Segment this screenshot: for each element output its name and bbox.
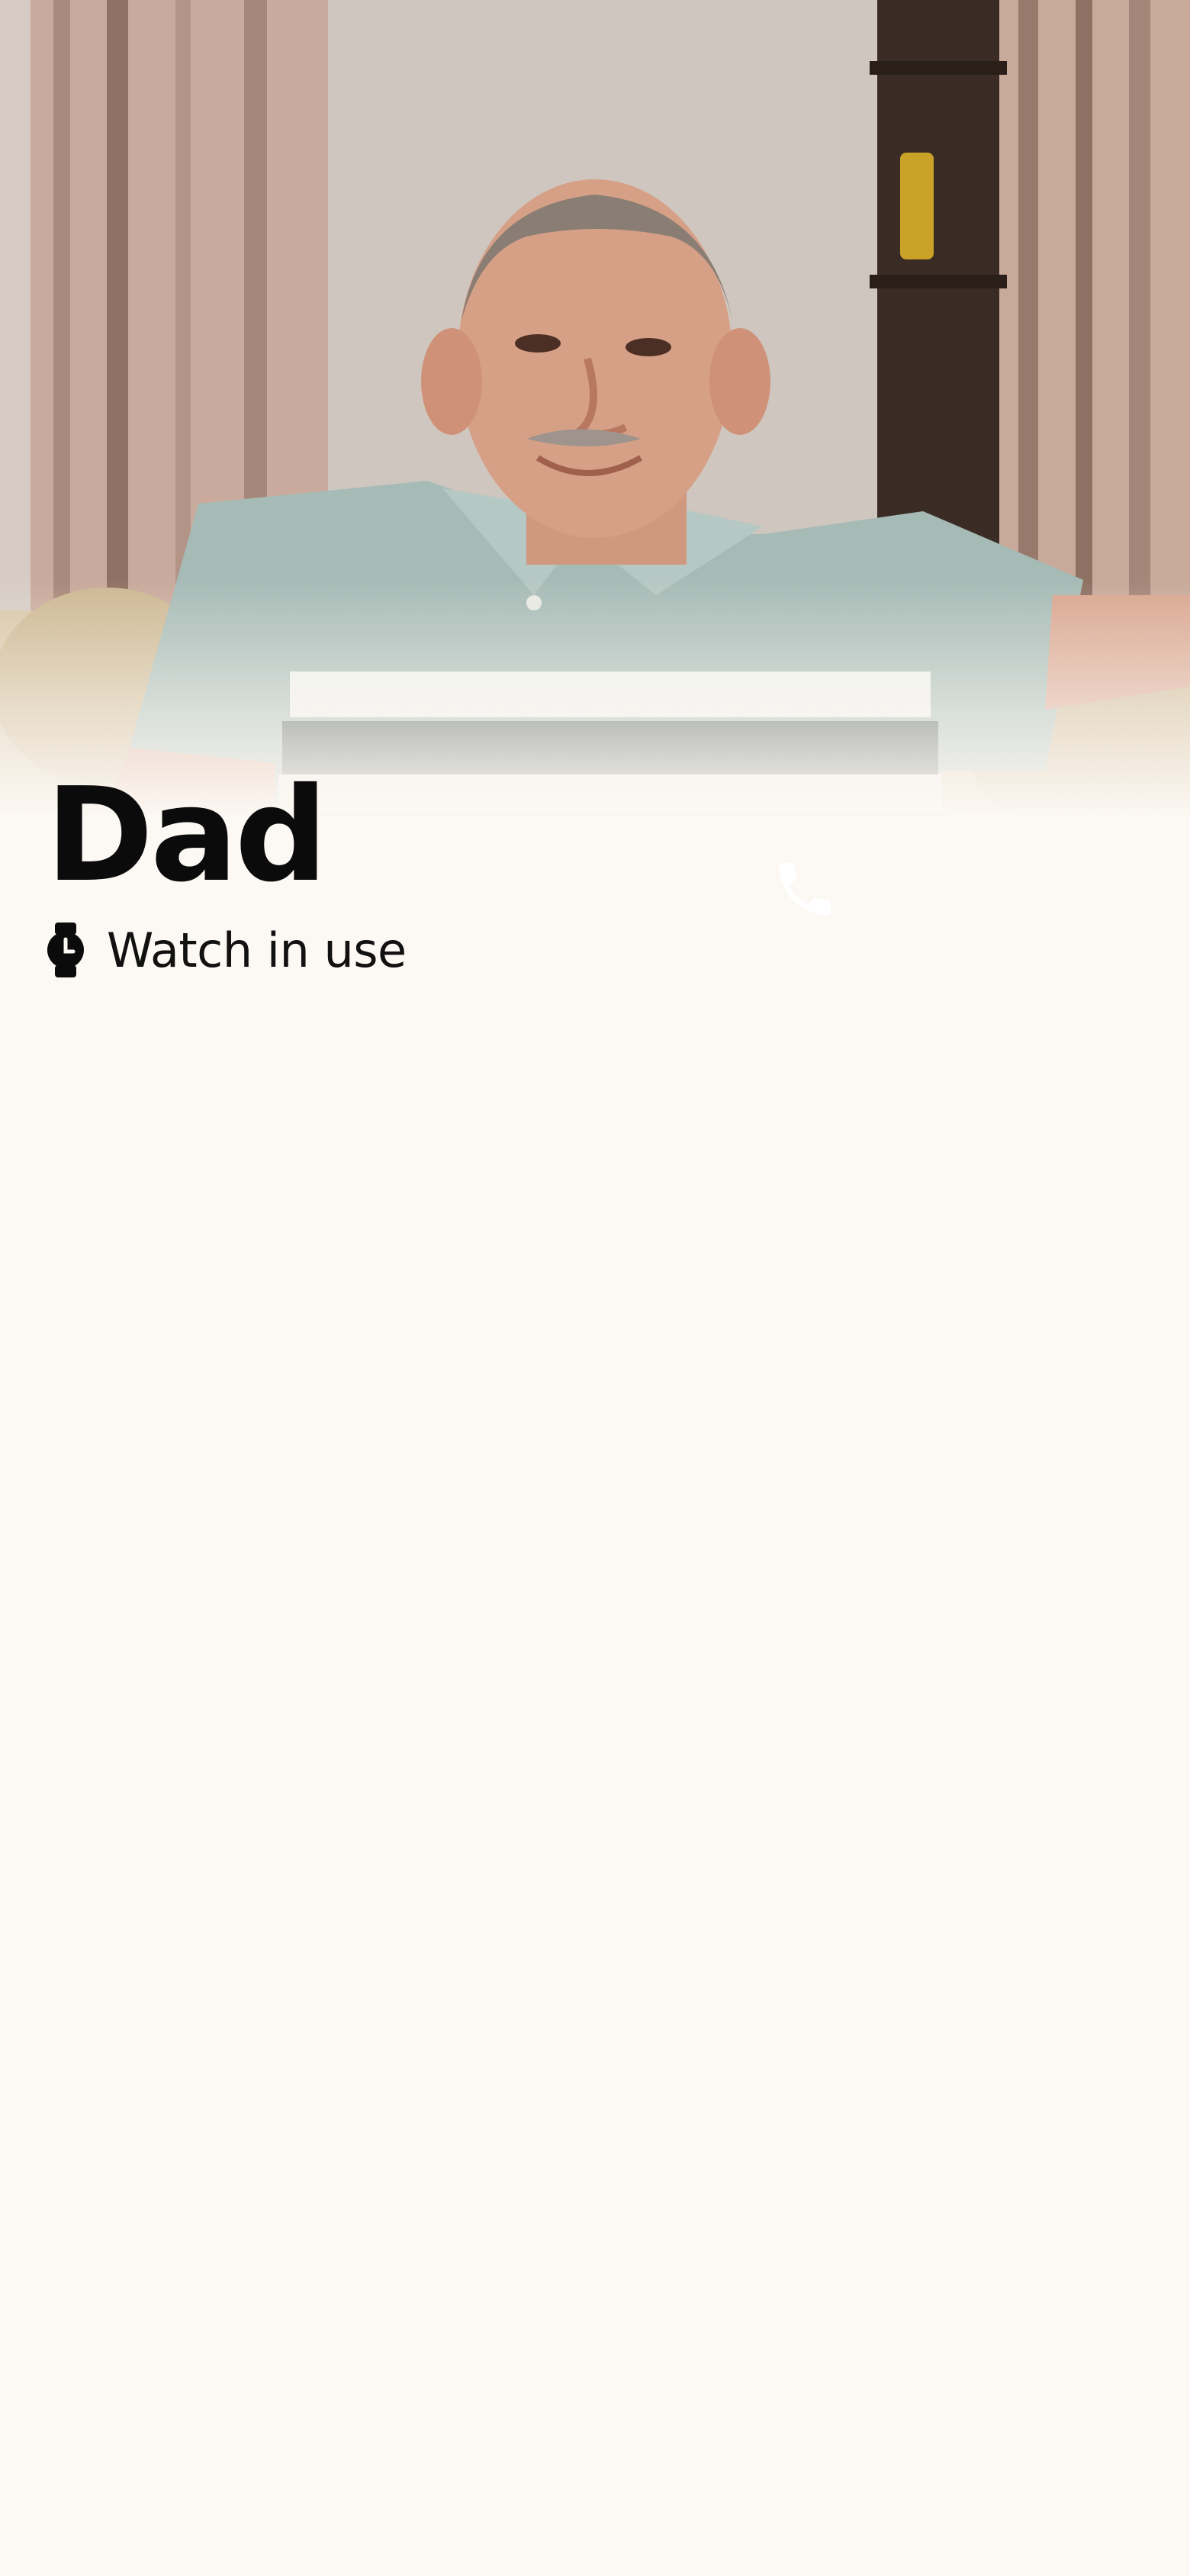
call-button[interactable] [770,855,839,923]
status-label: Watch in use [107,922,407,978]
device-status: Watch in use [44,919,407,980]
phone-icon [779,863,831,915]
watch-icon [47,923,84,977]
contact-name: Dad [46,760,328,911]
